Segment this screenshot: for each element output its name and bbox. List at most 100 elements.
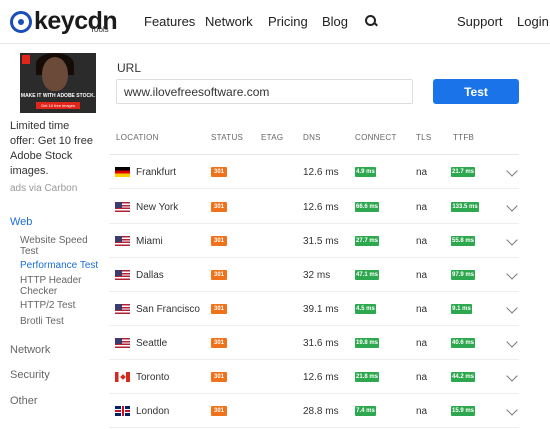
uk-flag-icon	[115, 406, 130, 416]
nav-network[interactable]: Network	[205, 14, 253, 29]
location-name: Seattle	[136, 338, 168, 349]
table-row[interactable]: Frankfurt 301 12.6 ms 4.9 ms na 21.7 ms	[109, 155, 519, 189]
status-badge: 301	[211, 236, 227, 246]
sidebar-security[interactable]: Security	[10, 369, 50, 381]
nav-blog[interactable]: Blog	[322, 14, 348, 29]
ttfb-badge: 15.9 ms	[451, 406, 475, 416]
sidebar-item-http-header-checker[interactable]: HTTP Header Checker	[20, 275, 92, 297]
key-icon	[10, 11, 32, 33]
usa-flag-icon	[115, 236, 130, 246]
status-badge: 301	[211, 202, 227, 212]
connect-badge: 7.4 ms	[355, 406, 376, 416]
connect-badge: 4.5 ms	[355, 304, 376, 314]
canada-flag-icon	[115, 372, 130, 382]
column-header-status: STATUS	[211, 133, 244, 142]
connect-badge: 66.6 ms	[355, 202, 379, 212]
logo-subtitle: Tools	[90, 25, 109, 34]
nav-features[interactable]: Features	[144, 14, 195, 29]
top-header: keycdn Tools Features Network Pricing Bl…	[0, 0, 550, 44]
table-row[interactable]: Toronto 301 12.6 ms 21.8 ms na 44.2 ms	[109, 360, 519, 394]
column-header-etag: ETAG	[261, 133, 284, 142]
location-name: Miami	[136, 236, 163, 247]
location-name: New York	[136, 202, 179, 213]
table-row[interactable]: London 301 28.8 ms 7.4 ms na 15.9 ms	[109, 394, 519, 428]
status-badge: 301	[211, 270, 227, 280]
status-badge: 301	[211, 304, 227, 314]
usa-flag-icon	[115, 202, 130, 212]
ttfb-badge: 9.1 ms	[451, 304, 472, 314]
ad-image-caption: MAKE IT WITH ADOBE STOCK.	[20, 93, 96, 99]
url-input[interactable]	[116, 79, 413, 104]
location-name: London	[136, 406, 170, 417]
sidebar-item-website-speed-test[interactable]: Website Speed Test	[20, 235, 100, 257]
dns-time: 28.8 ms	[303, 406, 339, 417]
connect-badge: 47.1 ms	[355, 270, 379, 280]
usa-flag-icon	[115, 338, 130, 348]
dns-time: 32 ms	[303, 270, 331, 281]
carbon-ad[interactable]: MAKE IT WITH ADOBE STOCK. Get 10 free im…	[10, 53, 96, 194]
tls-time: na	[416, 167, 428, 178]
chevron-down-icon[interactable]	[506, 234, 518, 246]
usa-flag-icon	[115, 270, 130, 280]
chevron-down-icon[interactable]	[506, 268, 518, 280]
tls-time: na	[416, 372, 428, 383]
chevron-down-icon[interactable]	[506, 200, 518, 212]
connect-badge: 21.8 ms	[355, 372, 379, 382]
chevron-down-icon[interactable]	[506, 404, 518, 416]
ads-via-carbon[interactable]: ads via Carbon	[10, 183, 95, 194]
nav-pricing[interactable]: Pricing	[268, 14, 308, 29]
dns-time: 39.1 ms	[303, 304, 339, 315]
status-badge: 301	[211, 338, 227, 348]
column-header-ttfb: TTFB	[453, 133, 475, 142]
tls-time: na	[416, 202, 428, 213]
dns-time: 12.6 ms	[303, 202, 339, 213]
column-header-location: LOCATION	[116, 133, 159, 142]
sidebar-other[interactable]: Other	[10, 395, 38, 407]
location-name: Frankfurt	[136, 167, 177, 178]
sidebar-item-brotli-test[interactable]: Brotli Test	[20, 316, 64, 327]
sidebar-item-http2-test[interactable]: HTTP/2 Test	[20, 300, 75, 311]
tls-time: na	[416, 406, 428, 417]
ad-image-face	[42, 57, 68, 91]
ttfb-badge: 40.6 ms	[451, 338, 475, 348]
column-header-tls: TLS	[416, 133, 432, 142]
location-name: Dallas	[136, 270, 164, 281]
nav-support[interactable]: Support	[457, 14, 503, 29]
ad-image[interactable]: MAKE IT WITH ADOBE STOCK. Get 10 free im…	[20, 53, 96, 113]
ad-text[interactable]: Limited time offer: Get 10 free Adobe St…	[10, 119, 95, 179]
nav-login[interactable]: Login	[517, 14, 549, 29]
test-button[interactable]: Test	[433, 79, 519, 104]
chevron-down-icon[interactable]	[506, 370, 518, 382]
status-badge: 301	[211, 406, 227, 416]
ttfb-badge: 44.2 ms	[451, 372, 475, 382]
ttfb-badge: 133.5 ms	[451, 202, 479, 212]
tls-time: na	[416, 270, 428, 281]
column-header-connect: CONNECT	[355, 133, 397, 142]
table-row[interactable]: Seattle 301 31.6 ms 19.8 ms na 40.6 ms	[109, 326, 519, 360]
sidebar-network[interactable]: Network	[10, 344, 50, 356]
connect-badge: 27.7 ms	[355, 236, 379, 246]
location-name: San Francisco	[136, 304, 200, 315]
adobe-logo-icon	[22, 55, 30, 64]
table-row[interactable]: New York 301 12.6 ms 66.6 ms na 133.5 ms	[109, 190, 519, 224]
tls-time: na	[416, 236, 428, 247]
status-badge: 301	[211, 372, 227, 382]
ad-image-cta: Get 10 free images	[36, 102, 80, 109]
sidebar-web[interactable]: Web	[10, 216, 32, 228]
tls-time: na	[416, 304, 428, 315]
table-row[interactable]: Dallas 301 32 ms 47.1 ms na 97.9 ms	[109, 258, 519, 292]
chevron-down-icon[interactable]	[506, 336, 518, 348]
chevron-down-icon[interactable]	[506, 302, 518, 314]
dns-time: 12.6 ms	[303, 167, 339, 178]
sidebar-item-performance-test[interactable]: Performance Test	[20, 260, 98, 271]
url-label: URL	[117, 61, 142, 75]
search-icon[interactable]	[364, 14, 378, 28]
table-row[interactable]: San Francisco 301 39.1 ms 4.5 ms na 9.1 …	[109, 292, 519, 326]
dns-time: 31.5 ms	[303, 236, 339, 247]
ttfb-badge: 97.9 ms	[451, 270, 475, 280]
table-row[interactable]: Miami 301 31.5 ms 27.7 ms na 55.8 ms	[109, 224, 519, 258]
chevron-down-icon[interactable]	[506, 165, 518, 177]
germany-flag-icon	[115, 167, 130, 177]
ttfb-badge: 21.7 ms	[451, 167, 475, 177]
location-name: Toronto	[136, 372, 170, 383]
